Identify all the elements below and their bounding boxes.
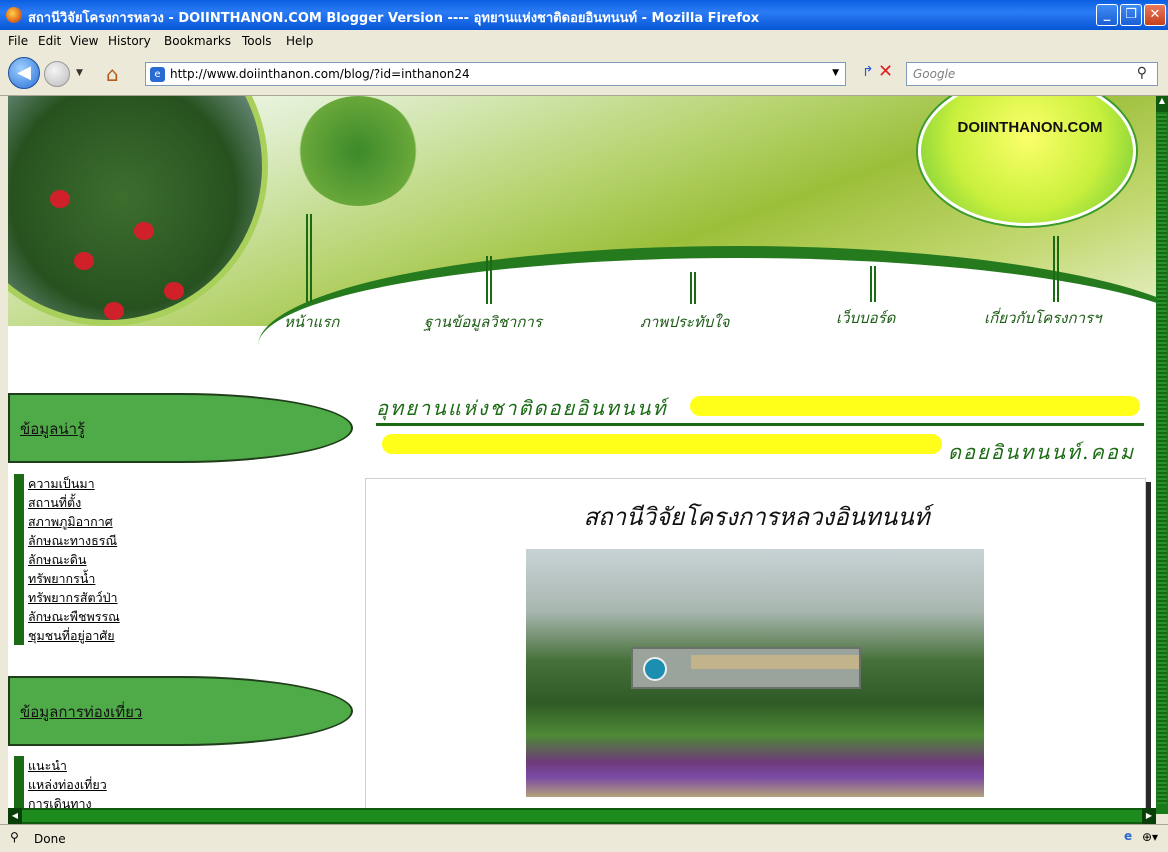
sidebar-list-travel: แนะนำ แหล่งท่องเที่ยว การเดินทาง bbox=[14, 756, 107, 813]
page-viewport: DOIINTHANON.COM หน้าแรก ฐานข้อมูลวิชาการ… bbox=[8, 96, 1156, 814]
scroll-left-icon[interactable]: ◀ bbox=[8, 808, 22, 824]
go-icon[interactable]: ↱ bbox=[862, 64, 874, 80]
menu-file[interactable]: File bbox=[8, 34, 28, 48]
article-title: สถานีวิจัยโครงการหลวงอินทนนท์ bbox=[583, 503, 930, 531]
stop-icon[interactable]: ✕ bbox=[878, 61, 893, 82]
flower-blossom bbox=[74, 252, 94, 270]
sidebar-link-intro[interactable]: แนะนำ bbox=[28, 756, 107, 775]
yellow-bar bbox=[690, 396, 1140, 416]
forward-button[interactable] bbox=[44, 61, 70, 87]
header-banner: DOIINTHANON.COM bbox=[8, 96, 1156, 446]
sidebar-link-flora[interactable]: ลักษณะพืชพรรณ bbox=[28, 607, 120, 626]
nav-link-database[interactable]: ฐานข้อมูลวิชาการ bbox=[424, 310, 542, 334]
firefox-icon bbox=[6, 7, 22, 23]
tree-image bbox=[298, 96, 418, 206]
horizontal-scrollbar[interactable]: ◀ ▶ bbox=[8, 808, 1156, 824]
menu-edit[interactable]: Edit bbox=[38, 34, 61, 48]
sidebar-link-attractions[interactable]: แหล่งท่องเที่ยว bbox=[28, 775, 107, 794]
menu-bar: File Edit View History Bookmarks Tools H… bbox=[0, 30, 1168, 52]
search-icon[interactable]: ⚲ bbox=[1137, 65, 1147, 81]
scroll-up-icon[interactable]: ▲ bbox=[1156, 96, 1168, 112]
sidebar-link-location[interactable]: สถานที่ตั้ง bbox=[28, 493, 120, 512]
status-bar: ⚲ Done e ⊕▾ bbox=[0, 824, 1168, 852]
sign-lettering bbox=[691, 655, 859, 669]
nav-pillar bbox=[306, 214, 312, 302]
navigation-toolbar: ◀ ▼ ⌂ e http://www.doiinthanon.com/blog/… bbox=[0, 52, 1168, 96]
sidebar-link-climate[interactable]: สภาพภูมิอากาศ bbox=[28, 512, 120, 531]
sidebar-link-geology[interactable]: ลักษณะทางธรณี bbox=[28, 531, 120, 550]
flower-blossom bbox=[104, 302, 124, 320]
nav-pillar bbox=[1053, 236, 1059, 302]
nav-link-gallery[interactable]: ภาพประทับใจ bbox=[640, 310, 729, 334]
sidebar-list-info: ความเป็นมา สถานที่ตั้ง สภาพภูมิอากาศ ลัก… bbox=[14, 474, 120, 645]
find-icon[interactable]: ⚲ bbox=[10, 830, 19, 844]
flower-blossom bbox=[134, 222, 154, 240]
menu-tools[interactable]: Tools bbox=[242, 34, 272, 48]
vertical-scrollbar[interactable]: ▲ bbox=[1156, 96, 1168, 814]
sidebar-heading-info[interactable]: ข้อมูลน่ารู้ bbox=[8, 393, 353, 463]
flower-photo bbox=[8, 96, 268, 326]
back-button[interactable]: ◀ bbox=[8, 57, 40, 89]
url-bar[interactable]: e http://www.doiinthanon.com/blog/?id=in… bbox=[145, 62, 846, 86]
zoom-icon[interactable]: ⊕▾ bbox=[1142, 830, 1158, 844]
url-dropdown-icon[interactable]: ▼ bbox=[832, 68, 839, 78]
search-placeholder: Google bbox=[913, 67, 956, 81]
station-sign bbox=[631, 647, 861, 689]
nav-link-about[interactable]: เกี่ยวกับโครงการฯ bbox=[984, 306, 1101, 330]
site-logo[interactable]: DOIINTHANON.COM bbox=[918, 96, 1136, 226]
sidebar-link-water[interactable]: ทรัพยากรน้ำ bbox=[28, 569, 120, 588]
sidebar-heading-label: ข้อมูลน่ารู้ bbox=[20, 420, 86, 438]
yellow-bar bbox=[382, 434, 942, 454]
sign-logo bbox=[643, 657, 667, 681]
close-button[interactable]: ✕ bbox=[1144, 4, 1166, 26]
menu-history[interactable]: History bbox=[108, 34, 151, 48]
menu-bookmarks[interactable]: Bookmarks bbox=[164, 34, 231, 48]
window-titlebar: สถานีวิจัยโครงการหลวง - DOIINTHANON.COM … bbox=[0, 0, 1168, 30]
window-title: สถานีวิจัยโครงการหลวง - DOIINTHANON.COM … bbox=[28, 11, 760, 26]
scrollbar-track[interactable] bbox=[22, 810, 1142, 822]
url-text: http://www.doiinthanon.com/blog/?id=inth… bbox=[170, 67, 470, 81]
home-icon[interactable]: ⌂ bbox=[106, 62, 119, 86]
scrollbar-thumb[interactable] bbox=[1157, 114, 1167, 804]
ie-tab-icon[interactable]: e bbox=[1124, 829, 1132, 843]
sidebar-link-soil[interactable]: ลักษณะดิน bbox=[28, 550, 120, 569]
menu-help[interactable]: Help bbox=[286, 34, 313, 48]
flower-blossom bbox=[50, 190, 70, 208]
article-panel: สถานีวิจัยโครงการหลวงอินทนนท์ bbox=[365, 478, 1146, 814]
site-name-thai-com: ดอยอินทนนท์.คอม bbox=[948, 440, 1136, 464]
site-name-underline bbox=[376, 423, 1144, 426]
sidebar-heading-travel[interactable]: ข้อมูลการท่องเที่ยว bbox=[8, 676, 353, 746]
history-dropdown-icon[interactable]: ▼ bbox=[76, 68, 83, 78]
status-text: Done bbox=[34, 832, 66, 846]
maximize-button[interactable]: ❐ bbox=[1120, 4, 1142, 26]
nav-pillar bbox=[690, 272, 696, 304]
sidebar-link-community[interactable]: ชุมชนที่อยู่อาศัย bbox=[28, 626, 120, 645]
scroll-right-icon[interactable]: ▶ bbox=[1142, 808, 1156, 824]
nav-link-home[interactable]: หน้าแรก bbox=[284, 310, 339, 334]
search-input[interactable]: Google ⚲ bbox=[906, 62, 1158, 86]
flower-blossom bbox=[164, 282, 184, 300]
sidebar-link-history[interactable]: ความเป็นมา bbox=[28, 474, 120, 493]
site-name-thai: อุทยานแห่งชาติดอยอินทนนท์ bbox=[376, 396, 668, 420]
nav-pillar bbox=[486, 256, 492, 304]
sidebar-link-wildlife[interactable]: ทรัพยากรสัตว์ป่า bbox=[28, 588, 120, 607]
nav-pillar bbox=[870, 266, 876, 302]
site-logo-text: DOIINTHANON.COM bbox=[957, 119, 1103, 136]
page-icon: e bbox=[150, 67, 165, 82]
sidebar-heading-label: ข้อมูลการท่องเที่ยว bbox=[20, 703, 143, 721]
menu-view[interactable]: View bbox=[70, 34, 98, 48]
minimize-button[interactable]: _ bbox=[1096, 4, 1118, 26]
nav-link-webboard[interactable]: เว็บบอร์ด bbox=[836, 306, 895, 330]
research-station-photo bbox=[526, 549, 984, 797]
